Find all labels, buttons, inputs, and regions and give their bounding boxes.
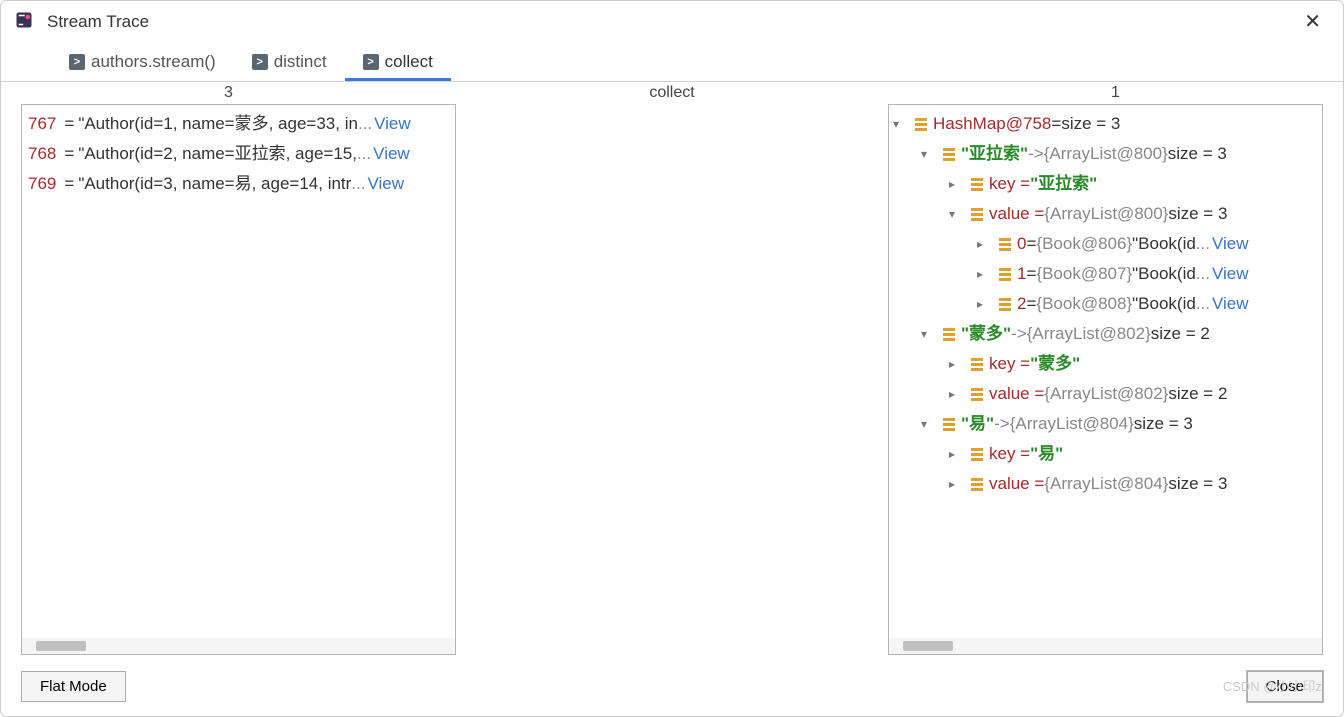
- object-icon: [999, 238, 1011, 251]
- chevron-right-icon[interactable]: ▸: [977, 229, 993, 259]
- entry-key: "亚拉索": [961, 139, 1028, 169]
- tab-distinct[interactable]: > distinct: [234, 46, 345, 81]
- titlebar: Stream Trace ✕: [1, 1, 1343, 42]
- chevron-down-icon[interactable]: ▾: [921, 319, 937, 349]
- view-link[interactable]: View: [373, 139, 410, 169]
- entry-size: size = 3: [1134, 409, 1193, 439]
- chevron-down-icon[interactable]: ▾: [893, 109, 909, 139]
- tree-value-row[interactable]: ▸ value = {ArrayList@802} size = 2: [889, 379, 1322, 409]
- horizontal-scrollbar[interactable]: [22, 638, 455, 654]
- close-icon[interactable]: ✕: [1296, 9, 1329, 34]
- view-link[interactable]: View: [368, 169, 405, 199]
- tab-authors-stream[interactable]: > authors.stream(): [51, 46, 234, 81]
- list-item[interactable]: 769 = "Author(id=3, name=易, age=14, intr…: [22, 169, 455, 199]
- entry-key: "蒙多": [961, 319, 1011, 349]
- panels: 767 = "Author(id=1, name=蒙多, age=33, in …: [1, 104, 1343, 661]
- tree-entry[interactable]: ▾ "易" -> {ArrayList@804} size = 3: [889, 409, 1322, 439]
- stage-label: collect: [456, 84, 888, 102]
- tab-label: collect: [385, 52, 433, 72]
- stage-header: 3 collect 1: [1, 82, 1343, 104]
- view-link[interactable]: View: [1212, 229, 1249, 259]
- entry-key: "易": [961, 409, 994, 439]
- left-count: 3: [1, 84, 456, 102]
- tab-label: distinct: [274, 52, 327, 72]
- chevron-right-icon[interactable]: ▸: [949, 169, 965, 199]
- window-title: Stream Trace: [47, 12, 1296, 32]
- entry-valref: {ArrayList@802}: [1027, 319, 1151, 349]
- object-id: 768: [28, 139, 56, 169]
- chevron-right-icon[interactable]: ▸: [949, 379, 965, 409]
- tree-key-row[interactable]: ▸ key = "易": [889, 439, 1322, 469]
- object-icon: [971, 388, 983, 401]
- chevron-down-icon[interactable]: ▾: [921, 139, 937, 169]
- lambda-icon: >: [69, 54, 85, 70]
- tree-key-row[interactable]: ▸ key = "蒙多": [889, 349, 1322, 379]
- object-icon: [943, 148, 955, 161]
- tree-book-row[interactable]: ▸ 2 = {Book@808} "Book(id ... View: [889, 289, 1322, 319]
- intellij-icon: [15, 11, 37, 33]
- object-id: 769: [28, 169, 56, 199]
- list-item[interactable]: 767 = "Author(id=1, name=蒙多, age=33, in …: [22, 109, 455, 139]
- object-icon: [971, 208, 983, 221]
- tree-value-row[interactable]: ▸ value = {ArrayList@804} size = 3: [889, 469, 1322, 499]
- chevron-right-icon[interactable]: ▸: [949, 439, 965, 469]
- tree-entry[interactable]: ▾ "蒙多" -> {ArrayList@802} size = 2: [889, 319, 1322, 349]
- object-text: "Author(id=1, name=蒙多, age=33, in: [78, 109, 358, 139]
- object-icon: [971, 358, 983, 371]
- view-link[interactable]: View: [1212, 259, 1249, 289]
- object-icon: [943, 328, 955, 341]
- chevron-right-icon[interactable]: ▸: [949, 349, 965, 379]
- object-text: "Author(id=2, name=亚拉索, age=15,: [78, 139, 357, 169]
- stream-tabs: > authors.stream() > distinct > collect: [1, 42, 1343, 82]
- input-panel: 767 = "Author(id=1, name=蒙多, age=33, in …: [21, 104, 456, 655]
- tree-book-row[interactable]: ▸ 0 = {Book@806} "Book(id ... View: [889, 229, 1322, 259]
- chevron-right-icon[interactable]: ▸: [977, 289, 993, 319]
- tree-entry[interactable]: ▾ "亚拉索" -> {ArrayList@800} size = 3: [889, 139, 1322, 169]
- object-icon: [999, 298, 1011, 311]
- close-button[interactable]: Close: [1247, 671, 1323, 702]
- lambda-icon: >: [363, 54, 379, 70]
- entry-valref: {ArrayList@800}: [1044, 139, 1168, 169]
- tree-key-row[interactable]: ▸ key = "亚拉索": [889, 169, 1322, 199]
- hashmap-name: HashMap@758: [933, 109, 1051, 139]
- object-icon: [971, 178, 983, 191]
- list-item[interactable]: 768 = "Author(id=2, name=亚拉索, age=15, ..…: [22, 139, 455, 169]
- chevron-right-icon[interactable]: ▸: [949, 469, 965, 499]
- lambda-icon: >: [252, 54, 268, 70]
- chevron-right-icon[interactable]: ▸: [977, 259, 993, 289]
- tab-collect[interactable]: > collect: [345, 46, 451, 81]
- entry-size: size = 3: [1168, 139, 1227, 169]
- input-list: 767 = "Author(id=1, name=蒙多, age=33, in …: [22, 105, 455, 638]
- size-text: size = 3: [1061, 109, 1120, 139]
- object-id: 767: [28, 109, 56, 139]
- view-link[interactable]: View: [374, 109, 411, 139]
- footer: Flat Mode Close: [1, 661, 1343, 716]
- object-icon: [915, 118, 927, 131]
- chevron-down-icon[interactable]: ▾: [949, 199, 965, 229]
- tree-value-row[interactable]: ▾ value = {ArrayList@800} size = 3: [889, 199, 1322, 229]
- tree-root[interactable]: ▾ HashMap@758 = size = 3: [889, 109, 1322, 139]
- object-icon: [971, 478, 983, 491]
- flat-mode-button[interactable]: Flat Mode: [21, 671, 126, 702]
- tab-label: authors.stream(): [91, 52, 216, 72]
- object-icon: [943, 418, 955, 431]
- entry-size: size = 2: [1151, 319, 1210, 349]
- horizontal-scrollbar[interactable]: [889, 638, 1322, 654]
- stream-trace-window: Stream Trace ✕ > authors.stream() > dist…: [0, 0, 1344, 717]
- result-tree: ▾ HashMap@758 = size = 3 ▾ "亚拉索" -> {Arr…: [889, 105, 1322, 638]
- view-link[interactable]: View: [1212, 289, 1249, 319]
- object-text: "Author(id=3, name=易, age=14, intr: [78, 169, 351, 199]
- object-icon: [971, 448, 983, 461]
- right-count: 1: [888, 84, 1343, 102]
- chevron-down-icon[interactable]: ▾: [921, 409, 937, 439]
- tree-book-row[interactable]: ▸ 1 = {Book@807} "Book(id ... View: [889, 259, 1322, 289]
- entry-valref: {ArrayList@804}: [1010, 409, 1134, 439]
- object-icon: [999, 268, 1011, 281]
- output-panel: ▾ HashMap@758 = size = 3 ▾ "亚拉索" -> {Arr…: [888, 104, 1323, 655]
